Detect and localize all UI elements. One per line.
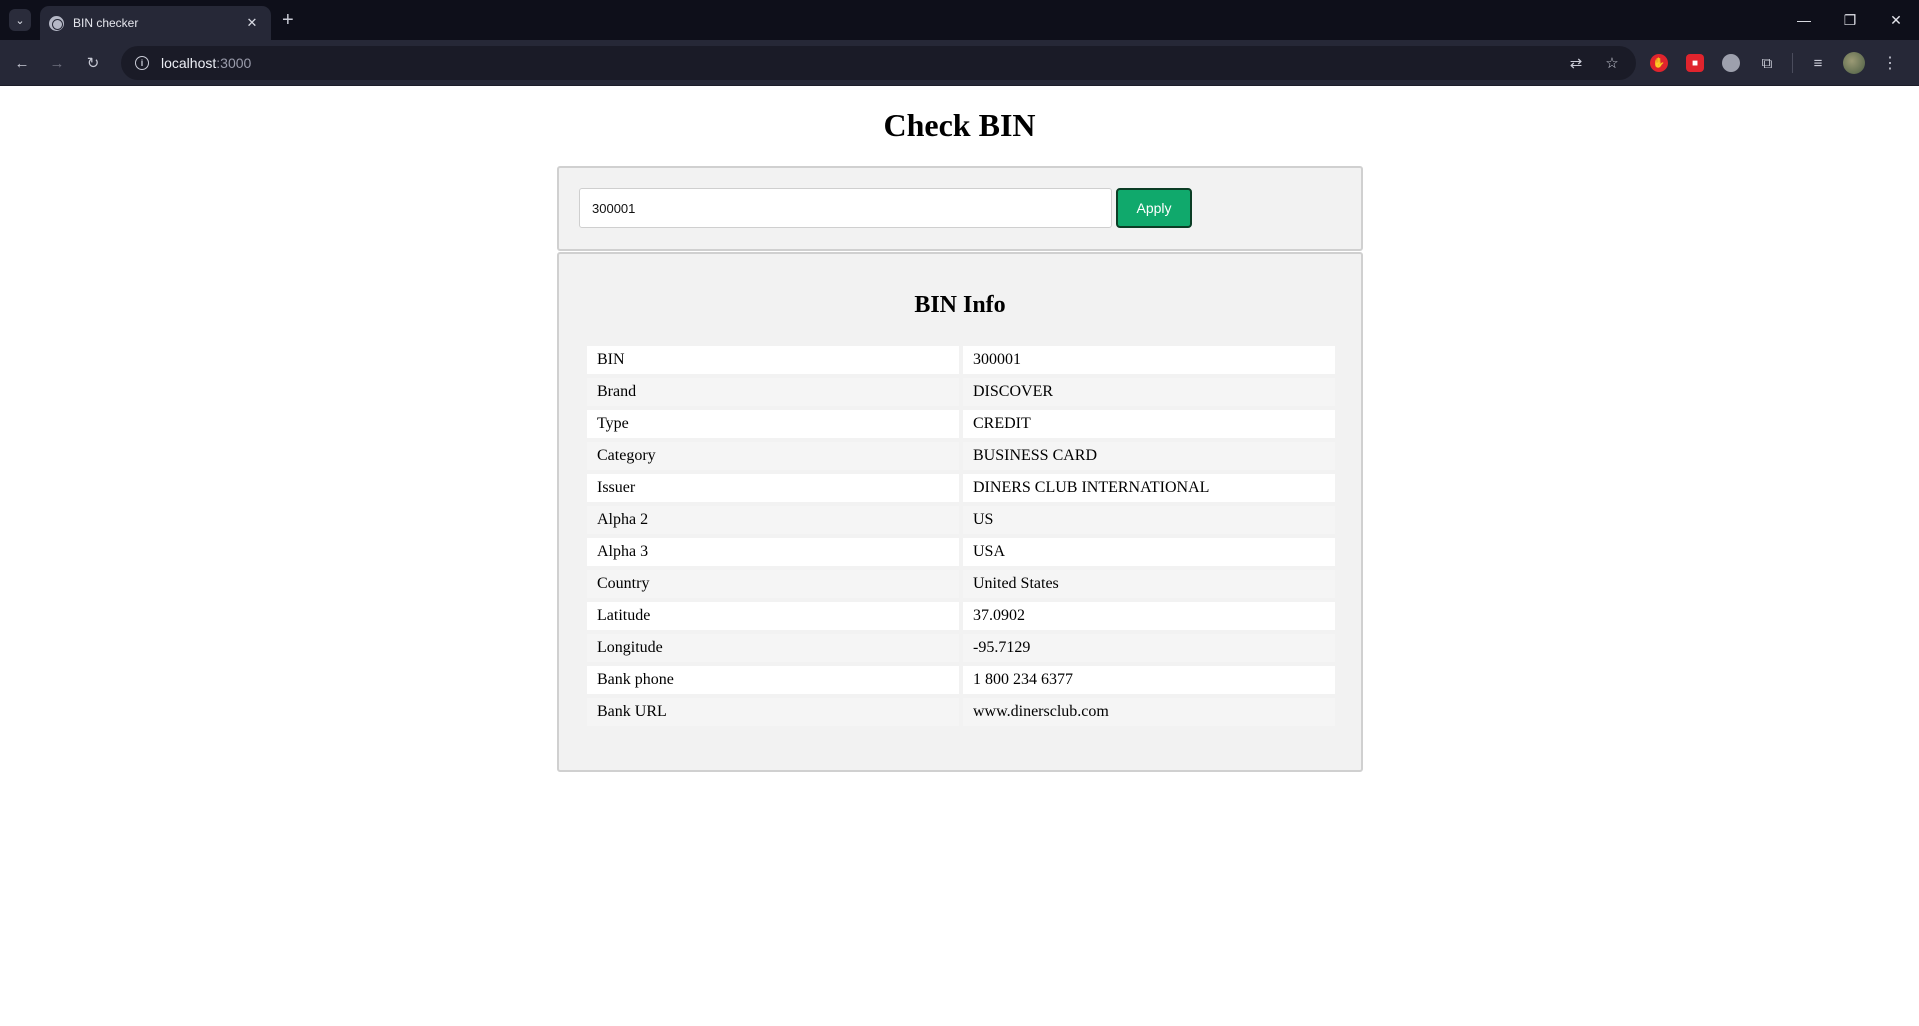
bin-form: Apply [557,166,1363,251]
table-row: Alpha 3 USA [587,538,1335,566]
site-info-icon[interactable]: i [135,56,149,70]
toolbar-divider [1792,53,1793,73]
row-label: Issuer [587,474,959,502]
table-row: Longitude -95.7129 [587,634,1335,662]
row-value: USA [963,538,1335,566]
row-label: Alpha 2 [587,506,959,534]
bin-info-panel: BIN Info BIN 300001 Brand DISCOVER Type … [557,252,1363,772]
row-value: 1 800 234 6377 [963,666,1335,694]
browser-toolbar: ← → ↻ i localhost :3000 ⇄ ☆ ✋ ■ ⧉ ≡ ⋮ [0,40,1919,86]
extensions-puzzle-icon[interactable]: ⧉ [1756,52,1778,74]
row-label: Latitude [587,602,959,630]
row-value: BUSINESS CARD [963,442,1335,470]
table-row: Bank phone 1 800 234 6377 [587,666,1335,694]
row-value: CREDIT [963,410,1335,438]
browser-tab[interactable]: BIN checker ✕ [40,6,271,40]
table-row: Alpha 2 US [587,506,1335,534]
table-row: BIN 300001 [587,346,1335,374]
row-value: United States [963,570,1335,598]
reload-icon[interactable]: ↻ [81,51,105,75]
table-row: Issuer DINERS CLUB INTERNATIONAL [587,474,1335,502]
tab-title: BIN checker [73,16,139,30]
url-host: localhost [161,55,217,71]
table-row: Bank URL www.dinersclub.com [587,698,1335,726]
row-label: Brand [587,378,959,406]
globe-icon [49,15,64,31]
minimize-icon[interactable]: — [1781,0,1827,40]
row-label: Bank URL [587,698,959,726]
table-row: Country United States [587,570,1335,598]
translate-icon[interactable]: ⇄ [1566,53,1586,73]
table-row: Category BUSINESS CARD [587,442,1335,470]
table-row: Type CREDIT [587,410,1335,438]
menu-dots-icon[interactable]: ⋮ [1879,52,1901,74]
apply-button[interactable]: Apply [1116,188,1192,228]
extension-grey-icon[interactable] [1720,52,1742,74]
profile-avatar[interactable] [1843,52,1865,74]
row-value: US [963,506,1335,534]
bin-info-table: BIN 300001 Brand DISCOVER Type CREDIT Ca… [583,342,1339,730]
forward-icon[interactable]: → [45,51,69,75]
row-label: Country [587,570,959,598]
row-label: Alpha 3 [587,538,959,566]
row-label: Longitude [587,634,959,662]
row-label: Type [587,410,959,438]
bin-info-title: BIN Info [914,292,1006,318]
close-window-icon[interactable]: ✕ [1873,0,1919,40]
row-value: DINERS CLUB INTERNATIONAL [963,474,1335,502]
table-row: Latitude 37.0902 [587,602,1335,630]
row-value: DISCOVER [963,378,1335,406]
row-label: BIN [587,346,959,374]
reading-list-icon[interactable]: ≡ [1807,52,1829,74]
new-tab-icon[interactable]: + [282,9,294,31]
row-label: Bank phone [587,666,959,694]
close-tab-icon[interactable]: ✕ [243,15,261,31]
browser-tab-bar: ⌄ BIN checker ✕ + — ❐ ✕ [0,0,1919,40]
window-controls: — ❐ ✕ [1781,0,1919,40]
tab-search-icon[interactable]: ⌄ [9,9,31,31]
address-bar[interactable]: i localhost :3000 ⇄ ☆ [121,46,1636,80]
row-label: Category [587,442,959,470]
back-icon[interactable]: ← [10,51,34,75]
extension-adblock-icon[interactable]: ✋ [1648,52,1670,74]
bin-input[interactable] [579,188,1112,228]
url-port: :3000 [216,55,252,71]
table-row: Brand DISCOVER [587,378,1335,406]
page-content: Check BIN Apply BIN Info BIN 300001 Bran… [0,86,1919,1026]
row-value: -95.7129 [963,634,1335,662]
bookmark-star-icon[interactable]: ☆ [1602,53,1622,73]
page-title: Check BIN [883,107,1036,143]
row-value: 300001 [963,346,1335,374]
row-value: 37.0902 [963,602,1335,630]
extension-lock-icon[interactable]: ■ [1684,52,1706,74]
row-value: www.dinersclub.com [963,698,1335,726]
restore-icon[interactable]: ❐ [1827,0,1873,40]
